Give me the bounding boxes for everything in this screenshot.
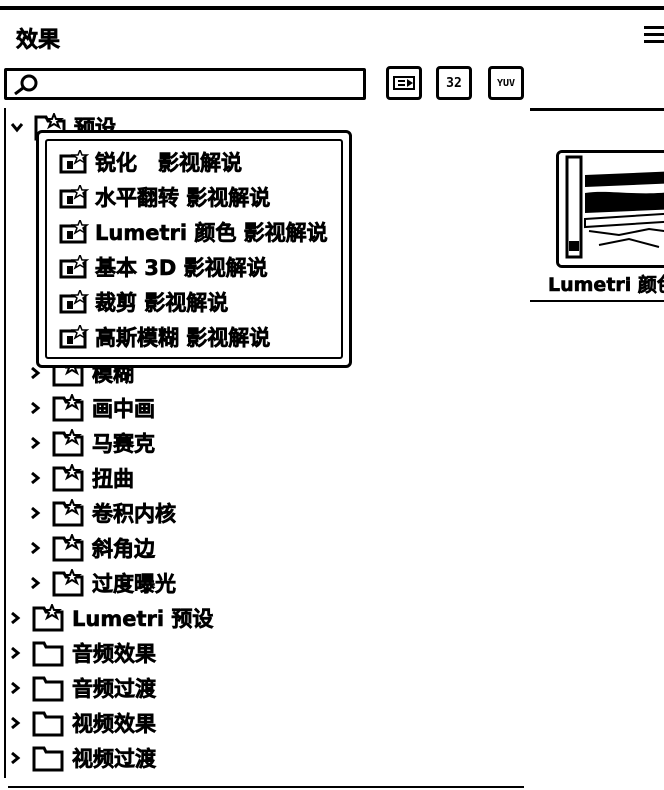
chevron-right-icon[interactable] (28, 541, 42, 555)
preset-folder-icon (52, 464, 84, 492)
preset-item[interactable]: 裁剪 影视解说 (59, 287, 229, 317)
tree-item-label: 音频过渡 (72, 677, 157, 702)
tree-item-audio-transitions[interactable]: 音频过渡 (8, 673, 156, 703)
preview-bottom-divider (530, 300, 664, 302)
preset-item-label: 裁剪 影视解说 (95, 291, 229, 316)
presets-popup: 锐化 影视解说 水平翻转 影视解说 Lumetri 颜色 影视解说 基本 3D … (36, 130, 352, 368)
preset-item[interactable]: 锐化 影视解说 (59, 147, 242, 177)
preview-thumbnail[interactable] (556, 150, 664, 268)
preset-item[interactable]: 基本 3D 影视解说 (59, 252, 268, 282)
tree-item-subfolder[interactable]: 画中画 (28, 393, 155, 423)
panel-title: 效果 (16, 28, 61, 54)
preset-item[interactable]: 水平翻转 影视解说 (59, 182, 271, 212)
tree-item-label: 音频效果 (72, 642, 157, 667)
tree-item-label: 扭曲 (92, 467, 135, 492)
chevron-right-icon[interactable] (8, 751, 22, 765)
chevron-right-icon[interactable] (8, 611, 22, 625)
32-icon: 32 (446, 75, 462, 91)
tree-left-border (4, 108, 6, 778)
tree-item-subfolder[interactable]: 过度曝光 (28, 568, 176, 598)
hamburger-menu-icon[interactable] (644, 26, 664, 46)
tree-item-label: 视频过渡 (72, 747, 157, 772)
search-input[interactable] (4, 68, 366, 100)
chevron-right-icon[interactable] (28, 401, 42, 415)
preset-item[interactable]: Lumetri 颜色 影视解说 (59, 217, 328, 247)
chevron-right-icon[interactable] (28, 576, 42, 590)
32bit-effects-button[interactable]: 32 (436, 66, 472, 100)
accelerated-effects-button[interactable] (386, 66, 422, 100)
tree-bottom-border (8, 786, 524, 788)
chevron-right-icon[interactable] (28, 506, 42, 520)
preset-item-label: Lumetri 颜色 影视解说 (95, 221, 328, 246)
chevron-down-icon[interactable] (10, 120, 24, 134)
tree-item-subfolder[interactable]: 扭曲 (28, 463, 134, 493)
preset-folder-icon (52, 534, 84, 562)
effect-preset-icon (59, 220, 89, 244)
tree-item-label: Lumetri 预设 (72, 607, 214, 632)
accelerated-icon (393, 76, 415, 90)
preview-label: Lumetri 颜色 (548, 274, 664, 297)
chevron-right-icon[interactable] (8, 716, 22, 730)
landscape-thumbnail-image (559, 153, 664, 265)
effect-preset-icon (59, 290, 89, 314)
effect-preset-icon (59, 325, 89, 349)
preview-top-divider (530, 108, 664, 111)
folder-icon (32, 746, 64, 772)
chevron-right-icon[interactable] (8, 646, 22, 660)
preset-item-label: 锐化 影视解说 (95, 151, 243, 176)
preset-folder-icon (52, 394, 84, 422)
preset-item-label: 水平翻转 影视解说 (95, 186, 271, 211)
preset-folder-icon (52, 569, 84, 597)
tree-item-lumetri-presets[interactable]: Lumetri 预设 (8, 603, 214, 633)
folder-icon (32, 641, 64, 667)
yuv-icon: YUV (496, 77, 516, 89)
preset-item-label: 基本 3D 影视解说 (95, 256, 268, 281)
chevron-right-icon[interactable] (28, 436, 42, 450)
folder-icon (32, 676, 64, 702)
tree-item-label: 斜角边 (92, 537, 156, 562)
tree-item-label: 视频效果 (72, 712, 157, 737)
chevron-right-icon[interactable] (28, 366, 42, 380)
preset-folder-icon (52, 499, 84, 527)
yuv-effects-button[interactable]: YUV (488, 66, 524, 100)
effect-preset-icon (59, 185, 89, 209)
preset-item[interactable]: 高斯模糊 影视解说 (59, 322, 271, 352)
tree-item-label: 画中画 (92, 397, 156, 422)
tree-item-label: 马赛克 (92, 432, 156, 457)
chevron-right-icon[interactable] (8, 681, 22, 695)
search-icon (14, 74, 38, 95)
chevron-right-icon[interactable] (28, 471, 42, 485)
effect-preset-icon (59, 255, 89, 279)
tree-item-subfolder[interactable]: 卷积内核 (28, 498, 176, 528)
tree-item-audio-effects[interactable]: 音频效果 (8, 638, 156, 668)
tree-item-subfolder[interactable]: 斜角边 (28, 533, 155, 563)
tree-item-subfolder[interactable]: 马赛克 (28, 428, 155, 458)
tree-item-video-effects[interactable]: 视频效果 (8, 708, 156, 738)
tree-item-label: 过度曝光 (92, 572, 177, 597)
top-divider (0, 6, 664, 10)
folder-icon (32, 711, 64, 737)
tree-item-video-transitions[interactable]: 视频过渡 (8, 743, 156, 773)
preset-item-label: 高斯模糊 影视解说 (95, 326, 271, 351)
tree-item-label: 卷积内核 (92, 502, 177, 527)
preset-folder-icon (52, 429, 84, 457)
effect-preset-icon (59, 150, 89, 174)
preset-folder-icon (32, 604, 64, 632)
